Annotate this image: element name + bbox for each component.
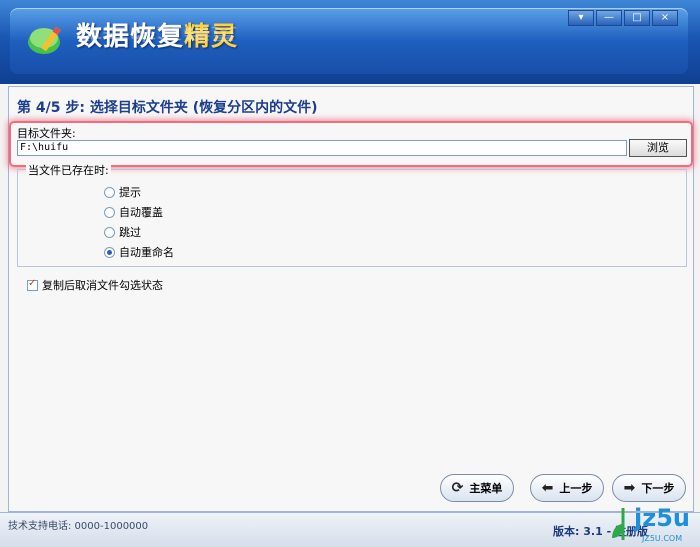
radio-label: 跳过 xyxy=(119,226,141,239)
radio-option-prompt[interactable]: 提示 xyxy=(104,184,141,200)
uncheck-after-copy-option[interactable]: 复制后取消文件勾选状态 xyxy=(27,277,163,293)
watermark-logo: jz5u JZ5U.COM xyxy=(612,504,692,544)
browse-button[interactable]: 浏览 xyxy=(629,139,687,157)
app-title-reflection-highlight: 精灵 xyxy=(184,24,239,43)
radio-label: 自动覆盖 xyxy=(119,206,163,219)
leaf-icon xyxy=(612,508,625,540)
next-step-button[interactable]: ➡ 下一步 xyxy=(612,474,686,502)
close-button[interactable]: × xyxy=(652,10,678,26)
watermark-subtext: JZ5U.COM xyxy=(642,534,683,543)
maximize-button[interactable]: □ xyxy=(624,10,650,26)
minimize-button[interactable]: — xyxy=(596,10,622,26)
main-menu-label: 主菜单 xyxy=(469,482,503,495)
checkbox-checked-icon[interactable] xyxy=(27,278,38,291)
window-controls: ▾ — □ × xyxy=(568,10,678,26)
menu-dropdown-button[interactable]: ▾ xyxy=(568,10,594,26)
refresh-icon: ⟳ xyxy=(451,480,464,496)
main-menu-button[interactable]: ⟳ 主菜单 xyxy=(440,474,514,502)
radio-button-icon[interactable] xyxy=(104,226,115,238)
prev-label: 上一步 xyxy=(559,482,593,495)
radio-label: 自动重命名 xyxy=(119,246,174,259)
radio-label: 提示 xyxy=(119,186,141,199)
target-path-input[interactable]: F:\huifu xyxy=(17,140,627,156)
target-folder-label: 目标文件夹: xyxy=(17,127,76,140)
radio-button-selected-icon[interactable] xyxy=(104,246,115,258)
arrow-right-icon: ➡ xyxy=(623,480,636,496)
arrow-left-icon: ⬅ xyxy=(541,480,554,496)
file-exists-group: 当文件已存在时: 提示 自动覆盖 跳过 自动重命名 xyxy=(17,162,687,267)
checkbox-label: 复制后取消文件勾选状态 xyxy=(42,279,163,292)
radio-button-icon[interactable] xyxy=(104,206,115,218)
app-title-reflection-main: 数据恢复 xyxy=(76,24,185,43)
support-phone-text: 技术支持电话: 0000-1000000 xyxy=(8,521,149,532)
step-title: 第 4/5 步: 选择目标文件夹 (恢复分区内的文件) xyxy=(17,100,318,116)
radio-option-skip[interactable]: 跳过 xyxy=(104,224,141,240)
main-panel: 第 4/5 步: 选择目标文件夹 (恢复分区内的文件) 目标文件夹: F:\hu… xyxy=(8,86,694,512)
status-bar: 技术支持电话: 0000-1000000 版本: 3.1 - 注册版 xyxy=(0,512,700,547)
prev-step-button[interactable]: ⬅ 上一步 xyxy=(530,474,604,502)
app-title-reflection: 数据恢复精灵 xyxy=(76,24,238,46)
next-label: 下一步 xyxy=(641,482,675,495)
header-bar: 数据恢复精灵 数据恢复精灵 ▾ — □ × xyxy=(0,0,700,84)
radio-option-rename[interactable]: 自动重命名 xyxy=(104,244,174,260)
file-exists-legend: 当文件已存在时: xyxy=(26,162,111,178)
radio-button-icon[interactable] xyxy=(104,186,115,198)
radio-option-overwrite[interactable]: 自动覆盖 xyxy=(104,204,163,220)
watermark-text: jz5u xyxy=(634,504,690,532)
app-logo-icon xyxy=(28,26,61,54)
app-window: 数据恢复精灵 数据恢复精灵 ▾ — □ × 第 4/5 步: 选择目标文件夹 (… xyxy=(0,0,700,547)
